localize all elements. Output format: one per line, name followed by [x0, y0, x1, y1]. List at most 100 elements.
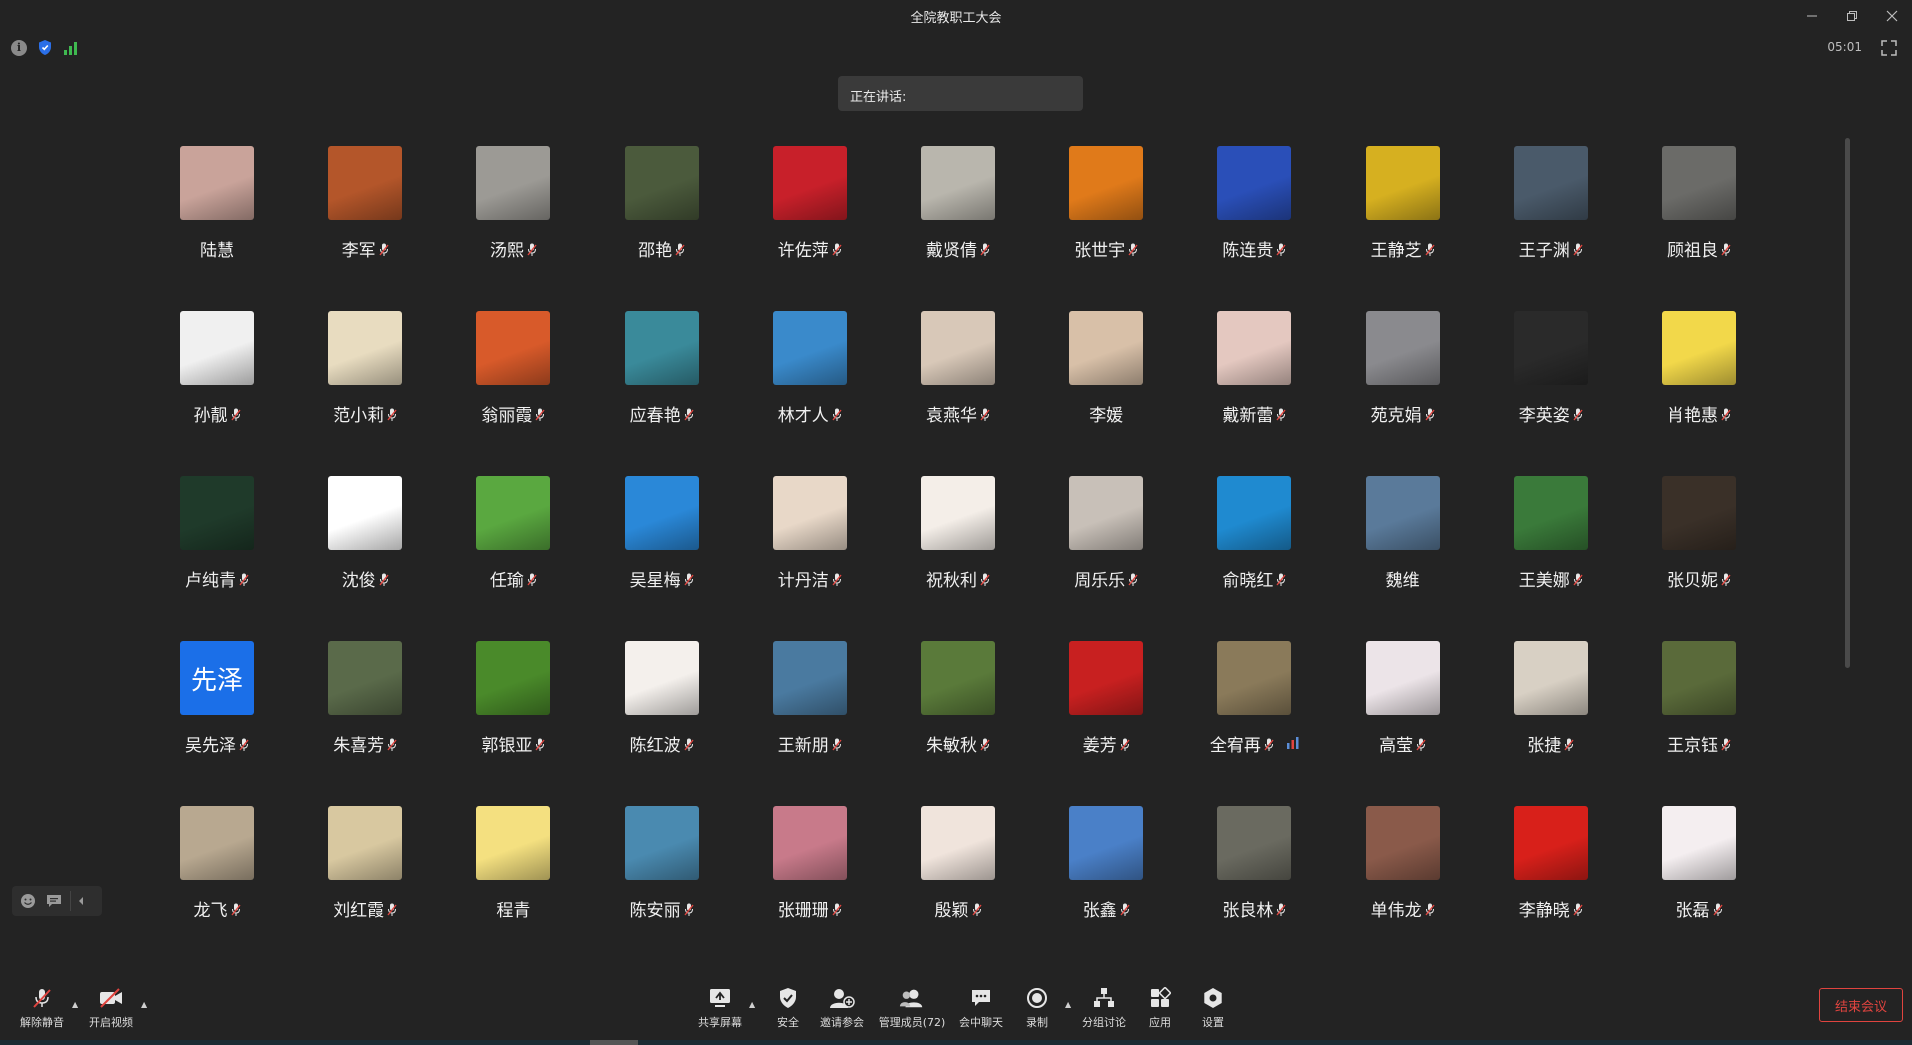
participant-tile[interactable]: 张珊珊 — [736, 806, 884, 956]
avatar[interactable] — [1069, 641, 1144, 715]
participant-tile[interactable]: 沈俊 — [291, 476, 439, 626]
avatar[interactable] — [1662, 311, 1736, 385]
avatar[interactable] — [624, 476, 699, 550]
participant-tile[interactable]: 李英姿 — [1477, 311, 1625, 461]
participant-tile[interactable]: 殷颖 — [884, 806, 1032, 956]
avatar[interactable] — [328, 476, 403, 550]
participant-tile[interactable]: 高莹 — [1329, 641, 1477, 791]
participant-tile[interactable]: 魏维 — [1329, 476, 1477, 626]
participant-tile[interactable]: 朱敏秋 — [884, 641, 1032, 791]
avatar[interactable] — [1069, 146, 1144, 220]
avatar[interactable] — [1217, 641, 1292, 715]
avatar[interactable] — [180, 806, 254, 880]
participant-tile[interactable]: 王新朋 — [736, 641, 884, 791]
avatar[interactable] — [476, 806, 551, 880]
restore-icon[interactable] — [1832, 0, 1872, 32]
participant-tile[interactable]: 陈连贵 — [1180, 146, 1328, 296]
participant-tile[interactable]: 陆慧 — [143, 146, 291, 296]
avatar[interactable] — [1513, 311, 1588, 385]
participant-tile[interactable]: 张磊 — [1625, 806, 1773, 956]
avatar[interactable] — [1513, 641, 1588, 715]
manage-members-button[interactable]: 管理成员(72) — [872, 986, 952, 1034]
avatar[interactable] — [772, 806, 847, 880]
participant-tile[interactable]: 祝秋利 — [884, 476, 1032, 626]
participant-tile[interactable]: 先泽 吴先泽 — [143, 641, 291, 791]
avatar[interactable] — [921, 476, 995, 550]
participant-tile[interactable]: 俞晓红 — [1180, 476, 1328, 626]
avatar[interactable] — [1513, 476, 1588, 550]
avatar[interactable] — [1217, 806, 1292, 880]
avatar[interactable] — [921, 311, 995, 385]
avatar[interactable] — [476, 311, 551, 385]
avatar[interactable] — [1365, 146, 1440, 220]
participant-tile[interactable]: 张良林 — [1180, 806, 1328, 956]
participant-tile[interactable]: 程青 — [439, 806, 587, 956]
avatar[interactable] — [1662, 641, 1736, 715]
unmute-button[interactable]: 解除静音 — [2, 986, 82, 1034]
avatar[interactable]: 先泽 — [180, 641, 254, 715]
participant-tile[interactable]: 卢纯青 — [143, 476, 291, 626]
avatar[interactable] — [1217, 476, 1292, 550]
participant-tile[interactable]: 王京钰 — [1625, 641, 1773, 791]
avatar[interactable] — [921, 641, 995, 715]
avatar[interactable] — [476, 641, 551, 715]
avatar[interactable] — [772, 641, 847, 715]
avatar[interactable] — [180, 146, 254, 220]
avatar[interactable] — [328, 146, 403, 220]
video-options-caret-icon[interactable]: ▲ — [141, 1000, 151, 1010]
comment-icon[interactable] — [44, 891, 64, 911]
participant-tile[interactable]: 李媛 — [1032, 311, 1180, 461]
participant-tile[interactable]: 王美娜 — [1477, 476, 1625, 626]
avatar[interactable] — [624, 311, 699, 385]
participant-tile[interactable]: 汤熙 — [439, 146, 587, 296]
avatar[interactable] — [772, 311, 847, 385]
participant-tile[interactable]: 李军 — [291, 146, 439, 296]
avatar[interactable] — [772, 146, 847, 220]
avatar[interactable] — [1069, 806, 1144, 880]
participant-tile[interactable]: 郭银亚 — [439, 641, 587, 791]
participant-tile[interactable]: 王子渊 — [1477, 146, 1625, 296]
end-meeting-button[interactable]: 结束会议 — [1819, 988, 1903, 1022]
participant-tile[interactable]: 肖艳惠 — [1625, 311, 1773, 461]
participant-tile[interactable]: 王静芝 — [1329, 146, 1477, 296]
avatar[interactable] — [1365, 641, 1440, 715]
close-icon[interactable] — [1872, 0, 1912, 32]
participant-tile[interactable]: 顾祖良 — [1625, 146, 1773, 296]
grid-scrollbar[interactable] — [1845, 138, 1850, 668]
avatar[interactable] — [624, 146, 699, 220]
avatar[interactable] — [921, 146, 995, 220]
participant-tile[interactable]: 张贝妮 — [1625, 476, 1773, 626]
start-video-button[interactable]: 开启视频 — [71, 986, 151, 1034]
avatar[interactable] — [624, 641, 699, 715]
avatar[interactable] — [328, 311, 403, 385]
avatar[interactable] — [1217, 146, 1292, 220]
avatar[interactable] — [1069, 476, 1144, 550]
participant-tile[interactable]: 翁丽霞 — [439, 311, 587, 461]
participant-tile[interactable]: 刘红霞 — [291, 806, 439, 956]
minimize-icon[interactable] — [1792, 0, 1832, 32]
shield-icon[interactable] — [37, 39, 53, 56]
avatar[interactable] — [1513, 806, 1588, 880]
avatar[interactable] — [328, 806, 403, 880]
avatar[interactable] — [1365, 311, 1440, 385]
avatar[interactable] — [328, 641, 403, 715]
participant-tile[interactable]: 全宥再 — [1180, 641, 1328, 791]
participant-tile[interactable]: 孙靓 — [143, 311, 291, 461]
participant-tile[interactable]: 戴贤倩 — [884, 146, 1032, 296]
participant-tile[interactable]: 苑克娟 — [1329, 311, 1477, 461]
settings-button[interactable]: 设置 — [1173, 986, 1253, 1034]
info-icon[interactable]: i — [11, 39, 27, 56]
avatar[interactable] — [1513, 146, 1588, 220]
participant-tile[interactable]: 朱喜芳 — [291, 641, 439, 791]
avatar[interactable] — [624, 806, 699, 880]
avatar[interactable] — [921, 806, 995, 880]
participant-tile[interactable]: 袁燕华 — [884, 311, 1032, 461]
participant-tile[interactable]: 姜芳 — [1032, 641, 1180, 791]
avatar[interactable] — [1365, 806, 1440, 880]
horizontal-scrollbar[interactable] — [0, 1040, 1912, 1045]
participant-tile[interactable]: 龙飞 — [143, 806, 291, 956]
avatar[interactable] — [180, 311, 254, 385]
participant-tile[interactable]: 张鑫 — [1032, 806, 1180, 956]
participant-tile[interactable]: 许佐萍 — [736, 146, 884, 296]
participant-tile[interactable]: 邵艳 — [588, 146, 736, 296]
